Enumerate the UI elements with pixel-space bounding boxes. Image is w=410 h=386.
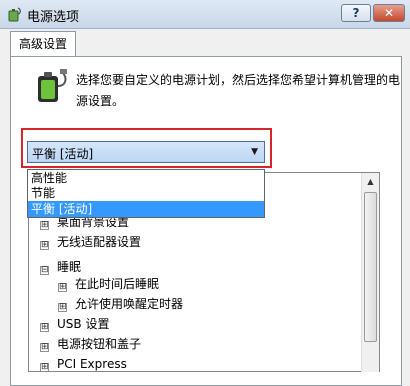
tree-scrollbar[interactable]: ▲ (361, 173, 379, 372)
tree-item-label: 睡眠 (57, 260, 82, 274)
dropdown-option-power-saver[interactable]: 节能 (28, 185, 264, 201)
tree-item-pci-express[interactable]: ⊞ PCI Express (40, 354, 127, 371)
tree-item-usb-settings[interactable]: ⊞ USB 设置 (40, 314, 109, 334)
tree-item-wake-timers[interactable]: ⊞ 允许使用唤醒定时器 (58, 294, 183, 314)
battery-icon (38, 69, 67, 102)
tab-advanced-settings[interactable]: 高级设置 (10, 31, 76, 57)
tree-item-label: 电源按钮和盖子 (57, 337, 142, 351)
chevron-down-icon[interactable]: ▼ (251, 147, 258, 157)
plan-description: 选择您要自定义的电源计划，然后选择您希望计算机管理的电源设置。 (76, 73, 401, 108)
expand-icon[interactable]: ⊞ (40, 323, 49, 332)
scroll-thumb[interactable] (364, 192, 377, 342)
close-button[interactable]: ✕ (373, 4, 405, 22)
tree-item-label: 允许使用唤醒定时器 (75, 297, 184, 311)
tree-item-label: 无线适配器设置 (57, 235, 142, 249)
collapse-icon[interactable]: ⊟ (40, 266, 49, 275)
tree-item-label: 在此时间后睡眠 (75, 277, 160, 291)
tree-item-power-buttons-lid[interactable]: ⊞ 电源按钮和盖子 (40, 334, 141, 354)
expand-icon[interactable]: ⊞ (58, 303, 67, 312)
expand-icon[interactable]: ⊞ (40, 241, 49, 250)
tree-item-sleep-after[interactable]: ⊞ 在此时间后睡眠 (58, 274, 159, 294)
tree-item-label: PCI Express (57, 357, 127, 371)
select-value: 平衡 [活动] (32, 147, 94, 161)
power-options-icon (8, 7, 21, 22)
power-plan-select[interactable]: 平衡 [活动] ▼ (27, 141, 265, 163)
expand-icon[interactable]: ⊞ (58, 283, 67, 292)
expand-icon[interactable]: ⊞ (40, 221, 49, 230)
expand-icon[interactable]: ⊞ (40, 363, 49, 371)
tree-item-wireless-adapter[interactable]: ⊞ 无线适配器设置 (40, 232, 141, 252)
tree-item-label: USB 设置 (57, 317, 110, 331)
window-title: 电源选项 (27, 10, 80, 25)
title-bar: 电源选项 ? ✕ (0, 0, 410, 29)
dropdown-option-high-performance[interactable]: 高性能 (28, 170, 264, 186)
scroll-up-icon[interactable]: ▲ (362, 173, 379, 190)
dropdown-option-balanced[interactable]: 平衡 [活动] (28, 201, 264, 217)
power-plan-dropdown-list[interactable]: 高性能 节能 平衡 [活动] (27, 169, 265, 218)
help-button[interactable]: ? (341, 4, 371, 22)
expand-icon[interactable]: ⊞ (40, 343, 49, 352)
